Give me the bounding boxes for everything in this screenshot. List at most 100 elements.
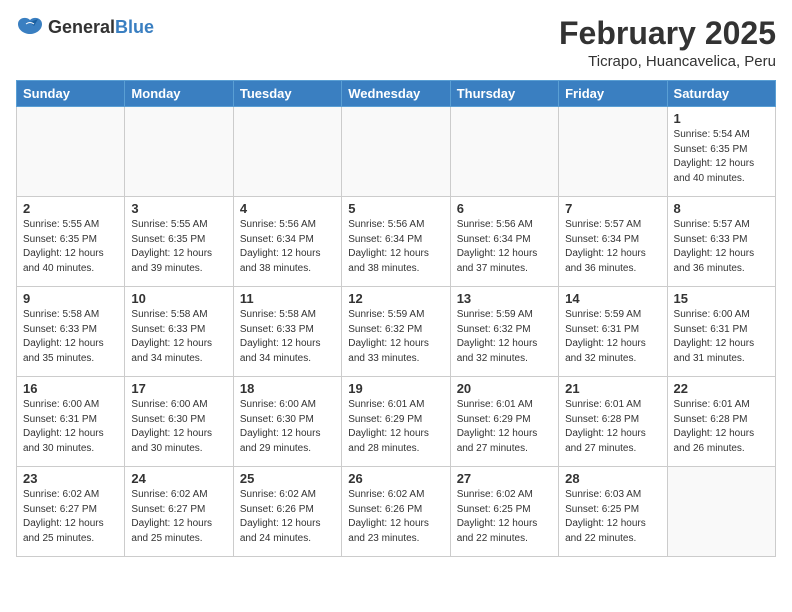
logo-general-text: General xyxy=(48,17,115,37)
day-number: 13 xyxy=(457,291,552,306)
calendar-cell: 9 Sunrise: 5:58 AM Sunset: 6:33 PM Daylig… xyxy=(17,287,125,377)
day-number: 28 xyxy=(565,471,660,486)
day-number: 26 xyxy=(348,471,443,486)
calendar-cell: 11Sunrise: 5:58 AM Sunset: 6:33 PM Dayli… xyxy=(233,287,341,377)
day-info: Sunrise: 6:01 AM Sunset: 6:29 PM Dayligh… xyxy=(457,398,552,456)
day-number: 16 xyxy=(23,381,118,396)
weekday-header-thursday: Thursday xyxy=(450,81,558,107)
calendar-cell: 3 Sunrise: 5:55 AM Sunset: 6:35 PM Daylig… xyxy=(125,197,233,287)
day-number: 12 xyxy=(348,291,443,306)
day-number: 8 xyxy=(674,201,769,216)
day-info: Sunrise: 6:00 AM Sunset: 6:30 PM Dayligh… xyxy=(131,398,226,456)
calendar-cell: 7 Sunrise: 5:57 AM Sunset: 6:34 PM Daylig… xyxy=(559,197,667,287)
day-number: 11 xyxy=(240,291,335,306)
month-title: February 2025 xyxy=(559,16,776,51)
logo-icon xyxy=(16,16,44,38)
calendar-cell: 23Sunrise: 6:02 AM Sunset: 6:27 PM Dayli… xyxy=(17,467,125,557)
day-info: Sunrise: 5:56 AM Sunset: 6:34 PM Dayligh… xyxy=(457,218,552,276)
day-number: 4 xyxy=(240,201,335,216)
day-info: Sunrise: 5:56 AM Sunset: 6:34 PM Dayligh… xyxy=(240,218,335,276)
calendar-cell: 6 Sunrise: 5:56 AM Sunset: 6:34 PM Daylig… xyxy=(450,197,558,287)
day-number: 22 xyxy=(674,381,769,396)
day-number: 10 xyxy=(131,291,226,306)
day-info: Sunrise: 6:02 AM Sunset: 6:27 PM Dayligh… xyxy=(23,488,118,546)
calendar-cell: 5 Sunrise: 5:56 AM Sunset: 6:34 PM Daylig… xyxy=(342,197,450,287)
logo: GeneralBlue xyxy=(16,16,154,38)
day-number: 27 xyxy=(457,471,552,486)
calendar-cell: 10 Sunrise: 5:58 AM Sunset: 6:33 PM Dayli… xyxy=(125,287,233,377)
calendar-cell: 24 Sunrise: 6:02 AM Sunset: 6:27 PM Dayli… xyxy=(125,467,233,557)
calendar-cell: 13 Sunrise: 5:59 AM Sunset: 6:32 PM Dayli… xyxy=(450,287,558,377)
week-row-5: 23Sunrise: 6:02 AM Sunset: 6:27 PM Dayli… xyxy=(17,467,776,557)
location-title: Ticrapo, Huancavelica, Peru xyxy=(559,53,776,70)
calendar-cell: 18 Sunrise: 6:00 AM Sunset: 6:30 PM Dayli… xyxy=(233,377,341,467)
logo-blue-text: Blue xyxy=(115,17,154,37)
day-info: Sunrise: 6:00 AM Sunset: 6:31 PM Dayligh… xyxy=(674,308,769,366)
weekday-header-saturday: Saturday xyxy=(667,81,775,107)
calendar-cell xyxy=(450,107,558,197)
day-info: Sunrise: 6:02 AM Sunset: 6:26 PM Dayligh… xyxy=(240,488,335,546)
day-number: 14 xyxy=(565,291,660,306)
weekday-header-row: SundayMondayTuesdayWednesdayThursdayFrid… xyxy=(17,81,776,107)
day-number: 5 xyxy=(348,201,443,216)
day-info: Sunrise: 5:55 AM Sunset: 6:35 PM Dayligh… xyxy=(131,218,226,276)
week-row-2: 2 Sunrise: 5:55 AM Sunset: 6:35 PM Daylig… xyxy=(17,197,776,287)
day-number: 17 xyxy=(131,381,226,396)
day-info: Sunrise: 5:58 AM Sunset: 6:33 PM Dayligh… xyxy=(131,308,226,366)
calendar-cell xyxy=(667,467,775,557)
weekday-header-friday: Friday xyxy=(559,81,667,107)
week-row-1: 1Sunrise: 5:54 AM Sunset: 6:35 PM Daylig… xyxy=(17,107,776,197)
calendar-table: SundayMondayTuesdayWednesdayThursdayFrid… xyxy=(16,80,776,557)
page-header: GeneralBlue February 2025 Ticrapo, Huanc… xyxy=(16,16,776,70)
day-number: 3 xyxy=(131,201,226,216)
day-info: Sunrise: 6:01 AM Sunset: 6:28 PM Dayligh… xyxy=(674,398,769,456)
day-number: 6 xyxy=(457,201,552,216)
day-info: Sunrise: 5:58 AM Sunset: 6:33 PM Dayligh… xyxy=(23,308,118,366)
day-number: 21 xyxy=(565,381,660,396)
day-info: Sunrise: 6:03 AM Sunset: 6:25 PM Dayligh… xyxy=(565,488,660,546)
day-info: Sunrise: 6:00 AM Sunset: 6:30 PM Dayligh… xyxy=(240,398,335,456)
calendar-cell xyxy=(17,107,125,197)
day-number: 7 xyxy=(565,201,660,216)
day-info: Sunrise: 5:59 AM Sunset: 6:32 PM Dayligh… xyxy=(457,308,552,366)
day-info: Sunrise: 6:01 AM Sunset: 6:29 PM Dayligh… xyxy=(348,398,443,456)
day-info: Sunrise: 5:56 AM Sunset: 6:34 PM Dayligh… xyxy=(348,218,443,276)
calendar-cell xyxy=(559,107,667,197)
calendar-cell: 17 Sunrise: 6:00 AM Sunset: 6:30 PM Dayli… xyxy=(125,377,233,467)
calendar-cell: 28 Sunrise: 6:03 AM Sunset: 6:25 PM Dayli… xyxy=(559,467,667,557)
day-number: 24 xyxy=(131,471,226,486)
calendar-cell xyxy=(125,107,233,197)
weekday-header-wednesday: Wednesday xyxy=(342,81,450,107)
day-info: Sunrise: 6:02 AM Sunset: 6:27 PM Dayligh… xyxy=(131,488,226,546)
calendar-cell xyxy=(342,107,450,197)
day-info: Sunrise: 6:01 AM Sunset: 6:28 PM Dayligh… xyxy=(565,398,660,456)
day-number: 15 xyxy=(674,291,769,306)
calendar-cell: 21 Sunrise: 6:01 AM Sunset: 6:28 PM Dayli… xyxy=(559,377,667,467)
week-row-3: 9 Sunrise: 5:58 AM Sunset: 6:33 PM Daylig… xyxy=(17,287,776,377)
calendar-cell: 15 Sunrise: 6:00 AM Sunset: 6:31 PM Dayli… xyxy=(667,287,775,377)
day-number: 1 xyxy=(674,111,769,126)
day-info: Sunrise: 6:02 AM Sunset: 6:25 PM Dayligh… xyxy=(457,488,552,546)
day-number: 18 xyxy=(240,381,335,396)
calendar-cell: 19 Sunrise: 6:01 AM Sunset: 6:29 PM Dayli… xyxy=(342,377,450,467)
day-number: 9 xyxy=(23,291,118,306)
day-number: 20 xyxy=(457,381,552,396)
calendar-cell: 22 Sunrise: 6:01 AM Sunset: 6:28 PM Dayli… xyxy=(667,377,775,467)
calendar-cell: 2Sunrise: 5:55 AM Sunset: 6:35 PM Daylig… xyxy=(17,197,125,287)
week-row-4: 16Sunrise: 6:00 AM Sunset: 6:31 PM Dayli… xyxy=(17,377,776,467)
day-number: 2 xyxy=(23,201,118,216)
title-area: February 2025 Ticrapo, Huancavelica, Per… xyxy=(559,16,776,70)
calendar-cell xyxy=(233,107,341,197)
calendar-cell: 27 Sunrise: 6:02 AM Sunset: 6:25 PM Dayli… xyxy=(450,467,558,557)
day-info: Sunrise: 5:59 AM Sunset: 6:31 PM Dayligh… xyxy=(565,308,660,366)
calendar-cell: 4 Sunrise: 5:56 AM Sunset: 6:34 PM Daylig… xyxy=(233,197,341,287)
day-number: 19 xyxy=(348,381,443,396)
day-info: Sunrise: 6:02 AM Sunset: 6:26 PM Dayligh… xyxy=(348,488,443,546)
day-info: Sunrise: 5:57 AM Sunset: 6:33 PM Dayligh… xyxy=(674,218,769,276)
weekday-header-monday: Monday xyxy=(125,81,233,107)
calendar-cell: 14 Sunrise: 5:59 AM Sunset: 6:31 PM Dayli… xyxy=(559,287,667,377)
day-number: 25 xyxy=(240,471,335,486)
day-info: Sunrise: 5:57 AM Sunset: 6:34 PM Dayligh… xyxy=(565,218,660,276)
calendar-cell: 25 Sunrise: 6:02 AM Sunset: 6:26 PM Dayli… xyxy=(233,467,341,557)
calendar-cell: 8 Sunrise: 5:57 AM Sunset: 6:33 PM Daylig… xyxy=(667,197,775,287)
